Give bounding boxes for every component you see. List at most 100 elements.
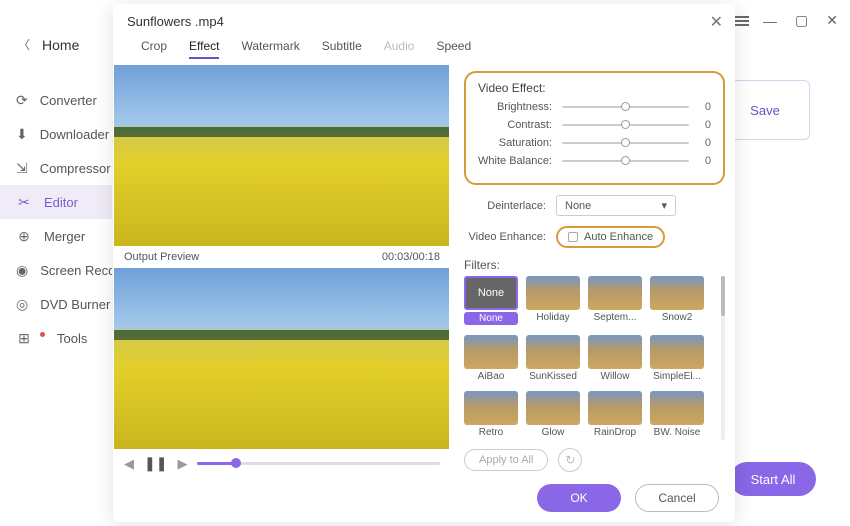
filters-label: Filters: — [464, 258, 725, 272]
sidebar-item-screen-record[interactable]: ◉ Screen Record — [0, 253, 112, 287]
filter-simpleel[interactable]: SimpleEl... — [650, 335, 704, 384]
close-window-button[interactable]: ✕ — [822, 10, 842, 31]
chevron-down-icon: ▾ — [661, 199, 667, 212]
tab-crop[interactable]: Crop — [141, 39, 167, 59]
filter-label: Septem... — [588, 312, 642, 323]
editor-modal: Sunflowers .mp4 ✕ Crop Effect Watermark … — [113, 4, 735, 522]
pause-button[interactable]: ❚❚ — [144, 455, 167, 472]
filter-scrollbar[interactable] — [721, 276, 725, 440]
merger-icon: ⊕ — [16, 228, 32, 244]
save-label: Save — [750, 103, 780, 118]
tab-speed[interactable]: Speed — [436, 39, 471, 59]
time-display: 00:03/00:18 — [382, 251, 440, 263]
home-label: Home — [42, 37, 79, 53]
filter-label: SunKissed — [526, 371, 580, 382]
menu-icon[interactable] — [735, 14, 749, 28]
tab-effect[interactable]: Effect — [189, 39, 219, 59]
sidebar-item-label: Merger — [44, 229, 85, 244]
cancel-button[interactable]: Cancel — [635, 484, 719, 512]
deinterlace-label: Deinterlace: — [464, 200, 546, 212]
tools-icon: ⊞ — [16, 330, 32, 346]
next-button[interactable]: ▶ — [177, 456, 187, 472]
screen-record-icon: ◉ — [16, 262, 28, 278]
apply-to-all-button[interactable]: Apply to All — [464, 449, 548, 471]
filter-label: Snow2 — [650, 312, 704, 323]
sidebar-item-dvd-burner[interactable]: ◎ DVD Burner — [0, 287, 112, 321]
filter-label: AiBao — [464, 371, 518, 382]
home-link[interactable]: 〈 Home — [0, 28, 112, 61]
saturation-slider[interactable] — [562, 142, 689, 144]
filter-aibao[interactable]: AiBao — [464, 335, 518, 384]
compressor-icon: ⇲ — [16, 160, 28, 176]
filter-raindrop[interactable]: RainDrop — [588, 391, 642, 440]
filter-glow[interactable]: Glow — [526, 391, 580, 440]
filter-label: SimpleEl... — [650, 371, 704, 382]
output-preview — [114, 268, 449, 449]
contrast-label: Contrast: — [478, 119, 552, 131]
filter-snow2[interactable]: Snow2 — [650, 276, 704, 327]
checkbox-icon — [568, 232, 578, 242]
minimize-button[interactable]: — — [759, 11, 781, 31]
ok-label: OK — [570, 491, 587, 505]
sidebar-item-editor[interactable]: ✂ Editor — [0, 185, 112, 219]
video-effect-box: Video Effect: Brightness: 0 Contrast: 0 … — [464, 71, 725, 185]
progress-slider[interactable] — [197, 462, 440, 465]
cancel-label: Cancel — [658, 491, 695, 505]
brightness-label: Brightness: — [478, 101, 552, 113]
filter-grid: None None Holiday Septem... Snow2 AiBao … — [464, 276, 725, 440]
auto-enhance-text: Auto Enhance — [584, 231, 653, 243]
white-balance-slider[interactable] — [562, 160, 689, 162]
sidebar: 〈 Home ⟳ Converter ⬇ Downloader ⇲ Compre… — [0, 0, 112, 526]
close-icon[interactable]: ✕ — [710, 12, 723, 32]
filter-bwnoise[interactable]: BW. Noise — [650, 391, 704, 440]
filter-label: Glow — [526, 427, 580, 438]
auto-enhance-toggle[interactable]: Auto Enhance — [556, 226, 665, 248]
tab-audio[interactable]: Audio — [384, 39, 415, 59]
filter-sunkissed[interactable]: SunKissed — [526, 335, 580, 384]
tab-subtitle[interactable]: Subtitle — [322, 39, 362, 59]
sidebar-item-label: Compressor — [40, 161, 111, 176]
video-enhance-label: Video Enhance: — [464, 231, 546, 243]
sidebar-item-compressor[interactable]: ⇲ Compressor — [0, 151, 112, 185]
sidebar-item-label: Tools — [57, 331, 87, 346]
filter-label: BW. Noise — [650, 427, 704, 438]
filter-retro[interactable]: Retro — [464, 391, 518, 440]
editor-icon: ✂ — [16, 194, 32, 210]
converter-icon: ⟳ — [16, 92, 28, 108]
source-preview — [114, 65, 449, 246]
tab-watermark[interactable]: Watermark — [241, 39, 299, 59]
filter-september[interactable]: Septem... — [588, 276, 642, 327]
saturation-value: 0 — [699, 137, 711, 149]
start-all-button[interactable]: Start All — [730, 462, 816, 496]
video-effect-title: Video Effect: — [478, 81, 711, 95]
sidebar-item-label: Screen Record — [40, 263, 112, 278]
sidebar-item-converter[interactable]: ⟳ Converter — [0, 83, 112, 117]
brightness-value: 0 — [699, 101, 711, 113]
filter-label: Willow — [588, 371, 642, 382]
contrast-slider[interactable] — [562, 124, 689, 126]
maximize-button[interactable]: ▢ — [791, 10, 812, 31]
reset-icon[interactable]: ↻ — [558, 448, 582, 472]
prev-button[interactable]: ◀ — [124, 456, 134, 472]
white-balance-label: White Balance: — [478, 155, 552, 167]
filter-label: Retro — [464, 427, 518, 438]
brightness-slider[interactable] — [562, 106, 689, 108]
filter-none[interactable]: None None — [464, 276, 518, 327]
ok-button[interactable]: OK — [537, 484, 621, 512]
sidebar-item-downloader[interactable]: ⬇ Downloader — [0, 117, 112, 151]
filter-label: RainDrop — [588, 427, 642, 438]
chevron-left-icon: 〈 — [18, 36, 30, 53]
deinterlace-value: None — [565, 200, 591, 212]
sidebar-item-merger[interactable]: ⊕ Merger — [0, 219, 112, 253]
tabs: Crop Effect Watermark Subtitle Audio Spe… — [127, 29, 721, 65]
filter-holiday[interactable]: Holiday — [526, 276, 580, 327]
deinterlace-select[interactable]: None ▾ — [556, 195, 676, 216]
sidebar-item-tools[interactable]: ⊞ Tools — [0, 321, 112, 355]
sidebar-item-label: Downloader — [40, 127, 109, 142]
start-all-label: Start All — [751, 472, 796, 487]
filter-thumb-text: None — [478, 287, 504, 299]
output-preview-label: Output Preview — [124, 251, 199, 263]
badge-dot-icon — [40, 332, 45, 337]
filter-willow[interactable]: Willow — [588, 335, 642, 384]
white-balance-value: 0 — [699, 155, 711, 167]
